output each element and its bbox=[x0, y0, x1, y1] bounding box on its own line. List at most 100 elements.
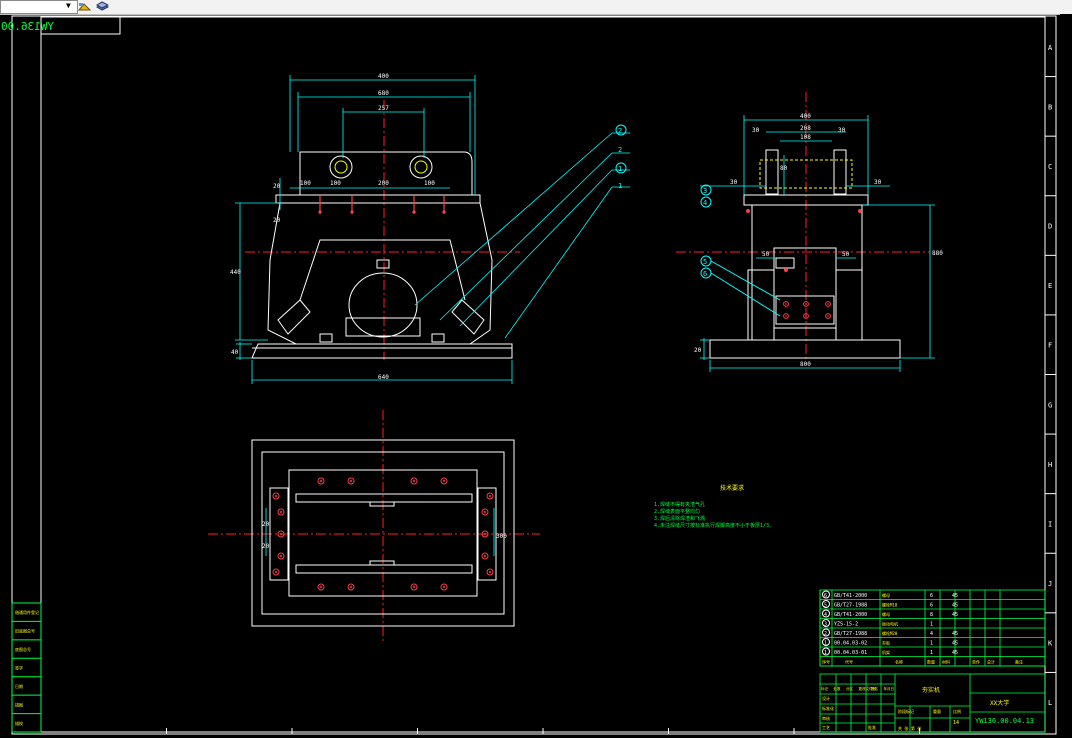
mount-front-0 bbox=[319, 333, 333, 343]
plan-dim-20a: 20 bbox=[262, 521, 270, 528]
process-label: 工艺 bbox=[822, 725, 830, 730]
bom-header-qty: 数量 bbox=[927, 659, 935, 665]
bolt-side-1 bbox=[858, 209, 862, 213]
bom-header-code: 代号 bbox=[845, 659, 853, 665]
side-dim-30a: 30 bbox=[752, 127, 760, 134]
balloon-6: 6 bbox=[703, 270, 707, 278]
balloon-2a: 2 bbox=[618, 127, 622, 135]
bom-qty: 1 bbox=[930, 650, 933, 656]
cad-drawing-canvas[interactable]: A B C D E F G H I J K L YW136.00.04.13 借通用件登记旧底图总号底… bbox=[0, 14, 1060, 738]
title-block: 6 GB/T41-2000 螺母 6 45 5 GB/T27-1988 螺栓M18 6 45 4 GB… bbox=[819, 589, 1046, 733]
side-dim-20: 20 bbox=[694, 347, 702, 354]
bom-name: 振动电机 bbox=[882, 621, 898, 627]
side-dim-208: 208 bbox=[800, 125, 811, 132]
bom-mat: 45 bbox=[952, 603, 958, 609]
plan-dim-300: 300 bbox=[496, 533, 507, 540]
bom-code: GB/T27-1988 bbox=[834, 603, 867, 609]
stamp-label-2: 底图总号 bbox=[15, 646, 31, 652]
bom-qty: 1 bbox=[930, 622, 933, 628]
side-dim-800: 800 bbox=[800, 361, 811, 368]
bom-row: 1 00.04.03-01 机架 1 45 bbox=[822, 647, 958, 656]
balloon-4: 4 bbox=[703, 199, 707, 207]
side-dim-30c: 30 bbox=[730, 179, 738, 186]
dim-100b: 100 bbox=[330, 180, 341, 187]
bom-row: 6 GB/T41-2000 螺母 6 45 bbox=[822, 590, 958, 599]
tech-note-1: 1.焊缝不得有夹渣气孔 bbox=[654, 501, 705, 508]
stamp-label-3: 签字 bbox=[15, 665, 23, 671]
side-dim-880: 880 bbox=[932, 250, 943, 257]
zone-label-k: K bbox=[1048, 640, 1053, 648]
stamp-label-1: 旧底图总号 bbox=[15, 628, 35, 634]
zone-label-a: A bbox=[1048, 44, 1053, 52]
layer-stack-icon[interactable] bbox=[96, 1, 109, 12]
check-label: 审核 bbox=[822, 715, 830, 721]
sheet-label: 共 张 第 张 bbox=[898, 725, 921, 731]
stamp-label-0: 借通用件登记 bbox=[15, 609, 39, 615]
bom-no: 2 bbox=[824, 631, 827, 637]
plan-dim-20b: 20 bbox=[262, 543, 270, 550]
bom-row: 4 GB/T41-2000 螺母 8 45 bbox=[822, 609, 958, 618]
bom-code: 00.04.03-02 bbox=[834, 641, 867, 647]
bom-name: 螺栓M18 bbox=[882, 602, 898, 608]
bom-header-no: 序号 bbox=[822, 659, 830, 665]
layer-tool-icon[interactable] bbox=[78, 1, 91, 12]
bom-header-remark: 备注 bbox=[1015, 659, 1023, 665]
chevron-down-icon[interactable]: ▼ bbox=[66, 1, 71, 11]
zone-label-j: J bbox=[1048, 580, 1052, 588]
bom-header-mass1: 单件 bbox=[972, 659, 980, 665]
dim-40: 40 bbox=[231, 349, 239, 356]
stamp-label-5: 描图 bbox=[15, 701, 23, 707]
stage-label: 阶段标记 bbox=[898, 708, 914, 714]
revision-label-4: 签名 bbox=[871, 686, 878, 691]
technical-requirements: 技术要求 1.焊缝不得有夹渣气孔 2.焊缝表面平整均匀 3.焊后清除焊渣和飞溅 … bbox=[654, 484, 774, 529]
bom-no: 3 bbox=[824, 622, 827, 628]
designer-label: 设计 bbox=[822, 695, 830, 701]
bolt-side-2 bbox=[784, 268, 788, 272]
bom-row: 3 YZS-15-2 振动电机 1 bbox=[822, 619, 933, 628]
side-dim-108: 108 bbox=[800, 134, 811, 141]
bom-code: 00.04.03-01 bbox=[834, 650, 867, 656]
zone-label-f: F bbox=[1048, 342, 1052, 350]
bom-qty: 1 bbox=[930, 641, 933, 647]
bom-no: 4 bbox=[824, 612, 827, 618]
bom-header-mass2: 总计 bbox=[987, 659, 995, 665]
zone-label-i: I bbox=[1048, 520, 1052, 528]
revision-label-1: 处数 bbox=[834, 686, 842, 691]
revision-label-5: 年月日 bbox=[884, 686, 895, 691]
side-dim-30b: 30 bbox=[838, 127, 846, 134]
drawing-number: YW136.00.04.13 bbox=[975, 717, 1034, 725]
bom-name: 螺栓M20 bbox=[882, 630, 898, 636]
zone-label-b: B bbox=[1048, 103, 1052, 111]
dim-440: 440 bbox=[230, 269, 241, 276]
side-dim-400: 400 bbox=[800, 113, 811, 120]
company-name: XX大学 bbox=[990, 699, 1009, 707]
balloon-5: 5 bbox=[703, 258, 707, 266]
scale-label: 比例 bbox=[953, 708, 961, 714]
bom-mat: 45 bbox=[952, 631, 958, 637]
stamp-label-4: 日期 bbox=[15, 683, 23, 689]
zone-label-l: L bbox=[1048, 699, 1052, 707]
bom-name: 夯板 bbox=[882, 640, 890, 646]
part-name: 夯实机 bbox=[922, 686, 940, 694]
mount-front-1 bbox=[431, 333, 445, 343]
bom-qty: 8 bbox=[930, 612, 933, 618]
bom-mat: 45 bbox=[952, 650, 958, 656]
approve-label: 批准 bbox=[868, 724, 876, 730]
side-dim-80: 80 bbox=[780, 165, 788, 172]
vertical-scrollbar[interactable] bbox=[1060, 14, 1072, 738]
zone-label-h: H bbox=[1048, 461, 1052, 469]
bom-code: GB/T41-2000 bbox=[834, 593, 867, 599]
bom-mat: 45 bbox=[952, 593, 958, 599]
bom-name: 螺母 bbox=[882, 592, 890, 598]
tech-title: 技术要求 bbox=[720, 484, 744, 492]
bom-name: 机架 bbox=[882, 649, 890, 655]
balloon-2b: 2 bbox=[618, 146, 622, 154]
dim-20a: 20 bbox=[273, 183, 281, 190]
zone-label-d: D bbox=[1048, 223, 1052, 231]
dim-400: 400 bbox=[378, 73, 389, 80]
bom-row: 2 GB/T27-1988 螺栓M20 4 45 bbox=[822, 628, 958, 637]
stamp-label-6: 描校 bbox=[15, 720, 23, 726]
bom-header-mat: 材料 bbox=[942, 659, 950, 665]
dim-640: 640 bbox=[378, 374, 389, 381]
zone-label-g: G bbox=[1048, 401, 1052, 409]
